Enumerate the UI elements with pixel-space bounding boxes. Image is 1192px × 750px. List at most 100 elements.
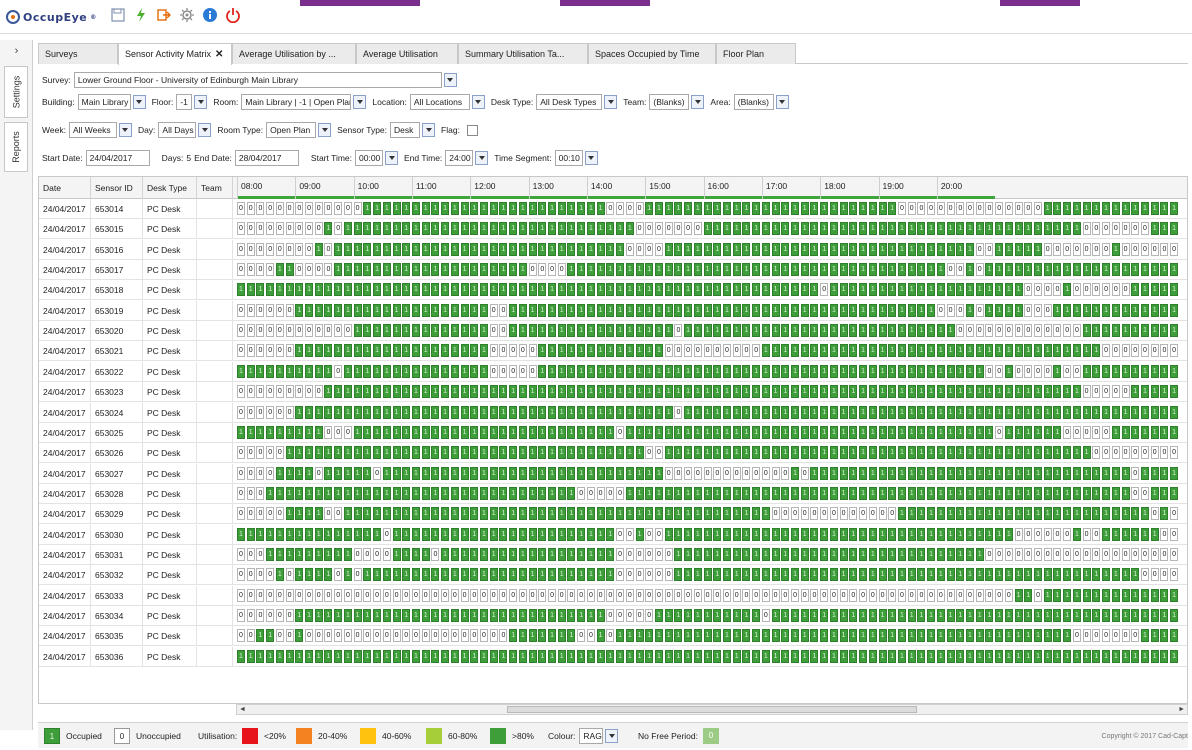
end-time-select[interactable]: 24:00 — [445, 150, 474, 166]
start-date-field[interactable]: 24/04/2017 — [85, 150, 150, 166]
area-label: Area: — [710, 97, 731, 107]
occupancy-slot: 1 — [625, 364, 634, 378]
table-row[interactable]: 24/04/2017 653016 PC Desk 0 0 0 0 0 0 0 0 1 0 1 1 1 1 1 1 1… — [39, 239, 1187, 260]
refresh-icon[interactable] — [133, 7, 149, 23]
chevron-down-icon[interactable] — [471, 95, 485, 109]
chevron-down-icon[interactable] — [605, 729, 619, 743]
table-row[interactable]: 24/04/2017 653023 PC Desk 0 0 0 0 0 0 0 0 0 1 1 1 1 1 1 1 1… — [39, 382, 1187, 403]
table-row[interactable]: 24/04/2017 653015 PC Desk 0 0 0 0 0 0 0 0 0 1 0 1 1 1 1 1 1… — [39, 219, 1187, 240]
occupancy-slot: 0 — [1131, 222, 1140, 236]
chevron-down-icon[interactable] — [118, 123, 132, 137]
table-row[interactable]: 24/04/2017 653017 PC Desk 0 0 0 0 1 1 0 0 0 0 1 1 1 1 1 1 1… — [39, 260, 1187, 281]
occupancy-slot: 0 — [373, 547, 382, 561]
power-icon[interactable] — [225, 7, 241, 23]
day-select[interactable]: All Days — [158, 122, 197, 138]
chevron-down-icon[interactable] — [775, 95, 789, 109]
table-row[interactable]: 24/04/2017 653020 PC Desk 0 0 0 0 0 0 0 0 0 0 0 0 1 1 1 1 1… — [39, 321, 1187, 342]
flag-checkbox[interactable] — [466, 124, 478, 136]
table-row[interactable]: 24/04/2017 653033 PC Desk 0 0 0 0 0 0 0 0 0 0 0 0 0 0 0 0 0… — [39, 585, 1187, 606]
tab-spaces-occupied-by-time[interactable]: Spaces Occupied by Time — [588, 43, 716, 64]
table-row[interactable]: 24/04/2017 653027 PC Desk 0 0 0 0 1 1 1 1 0 1 1 1 1 1 0 1 1… — [39, 463, 1187, 484]
table-row[interactable]: 24/04/2017 653030 PC Desk 1 1 1 1 1 1 1 1 1 1 1 1 1 1 1 0 1… — [39, 524, 1187, 545]
save-icon[interactable] — [110, 7, 126, 23]
chevron-down-icon[interactable] — [584, 151, 598, 165]
building-select[interactable]: Main Library — [77, 94, 131, 110]
table-row[interactable]: 24/04/2017 653035 PC Desk 0 0 1 1 0 0 1 0 0 0 0 0 0 0 0 0 0… — [39, 626, 1187, 647]
chevron-down-icon[interactable] — [422, 123, 436, 137]
survey-select[interactable]: Lower Ground Floor - University of Edinb… — [73, 72, 442, 88]
column-header-sensor-id[interactable]: Sensor ID — [91, 177, 143, 199]
export-icon[interactable] — [156, 7, 172, 23]
chevron-down-icon[interactable] — [132, 95, 146, 109]
table-row[interactable]: 24/04/2017 653018 PC Desk 1 1 1 1 1 1 1 1 1 1 1 1 1 1 1 1 1… — [39, 280, 1187, 301]
scroll-right-icon[interactable]: ► — [1178, 705, 1185, 714]
occupancy-slot: 1 — [363, 405, 372, 419]
occupancy-slot: 0 — [1131, 446, 1140, 460]
table-row[interactable]: 24/04/2017 653032 PC Desk 0 0 0 0 1 0 1 1 1 1 0 1 0 1 1 1 1… — [39, 565, 1187, 586]
table-row[interactable]: 24/04/2017 653024 PC Desk 0 0 0 0 0 0 1 1 1 1 1 1 1 1 1 1 1… — [39, 402, 1187, 423]
table-row[interactable]: 24/04/2017 653036 PC Desk 1 1 1 1 1 1 1 1 1 1 1 1 1 1 1 1 1… — [39, 646, 1187, 667]
location-select[interactable]: All Locations — [409, 94, 470, 110]
table-row[interactable]: 24/04/2017 653019 PC Desk 0 0 0 0 0 0 1 1 1 1 1 1 1 1 1 1 1… — [39, 300, 1187, 321]
chevron-down-icon[interactable] — [318, 123, 332, 137]
column-header-desk-type[interactable]: Desk Type — [143, 177, 197, 199]
occupancy-slot: 1 — [518, 202, 527, 215]
table-row[interactable]: 24/04/2017 653021 PC Desk 0 0 0 0 0 0 1 1 1 1 1 1 1 1 1 1 1… — [39, 341, 1187, 362]
table-row[interactable]: 24/04/2017 653022 PC Desk 1 1 1 1 1 1 1 1 1 1 0 1 1 1 1 1 1… — [39, 361, 1187, 382]
occupancy-slot: 1 — [732, 547, 741, 561]
occupancy-slot: 1 — [1140, 385, 1149, 399]
scroll-left-icon[interactable]: ◄ — [239, 705, 246, 714]
close-icon[interactable]: ✕ — [215, 49, 223, 60]
occupancy-slot: 1 — [334, 527, 343, 541]
chevron-down-icon[interactable] — [443, 73, 457, 87]
occupancy-slot: 1 — [441, 405, 450, 419]
settings-icon[interactable] — [179, 7, 195, 23]
occupancy-slot: 0 — [742, 588, 751, 602]
room-select[interactable]: Main Library | -1 | Open Plan — [241, 94, 352, 110]
occupancy-slot: 1 — [275, 527, 284, 541]
desk-type-select[interactable]: All Desk Types — [536, 94, 603, 110]
occupancy-slot: 1 — [820, 405, 829, 419]
tab-floor-plan[interactable]: Floor Plan — [716, 43, 796, 64]
column-header-team[interactable]: Team — [197, 177, 233, 199]
horizontal-scrollbar[interactable]: ◄ ► — [236, 704, 1188, 715]
time-segment-select[interactable]: 00:10 — [554, 150, 583, 166]
side-tab-reports[interactable]: Reports — [4, 122, 28, 172]
occupancy-slot: 1 — [985, 486, 994, 500]
end-date-field[interactable]: 28/04/2017 — [234, 150, 299, 166]
chevron-down-icon[interactable] — [475, 151, 489, 165]
start-time-select[interactable]: 00:00 — [355, 150, 384, 166]
table-row[interactable]: 24/04/2017 653026 PC Desk 0 0 0 0 0 1 1 1 1 1 1 1 1 1 1 1 1… — [39, 443, 1187, 464]
tab-surveys[interactable]: Surveys — [38, 43, 118, 64]
team-select[interactable]: (Blanks) — [649, 94, 690, 110]
chevron-down-icon[interactable] — [604, 95, 618, 109]
tab-summary-utilisation[interactable]: Summary Utilisation Ta... — [458, 43, 588, 64]
occupancy-slot: 1 — [1004, 609, 1013, 622]
sensor-type-select[interactable]: Desk — [390, 122, 421, 138]
chevron-down-icon[interactable] — [353, 95, 367, 109]
area-select[interactable]: (Blanks) — [733, 94, 774, 110]
table-row[interactable]: 24/04/2017 653029 PC Desk 0 0 0 0 0 1 1 1 1 0 0 1 1 1 1 1 1… — [39, 504, 1187, 525]
floor-select[interactable]: -1 — [176, 94, 193, 110]
tab-sensor-activity-matrix[interactable]: Sensor Activity Matrix ✕ — [118, 43, 232, 65]
table-row[interactable]: 24/04/2017 653031 PC Desk 0 0 0 1 1 1 1 1 1 1 1 1 0 0 0 0 1… — [39, 544, 1187, 565]
info-icon[interactable] — [202, 7, 218, 23]
chevron-down-icon[interactable] — [691, 95, 705, 109]
chevron-down-icon[interactable] — [385, 151, 399, 165]
expand-chevron-icon[interactable]: › — [0, 40, 33, 62]
side-tab-settings[interactable]: Settings — [4, 66, 28, 118]
table-row[interactable]: 24/04/2017 653028 PC Desk 0 0 0 1 1 1 1 1 1 1 1 1 1 1 1 1 1… — [39, 483, 1187, 504]
column-header-date[interactable]: Date — [39, 177, 91, 199]
table-row[interactable]: 24/04/2017 653014 PC Desk 0 0 0 0 0 0 0 0 0 0 0 0 0 1 1 1 1… — [39, 199, 1187, 219]
chevron-down-icon[interactable] — [198, 123, 212, 137]
week-select[interactable]: All Weeks — [68, 122, 117, 138]
tab-average-utilisation[interactable]: Average Utilisation — [356, 43, 458, 64]
room-type-select[interactable]: Open Plan — [266, 122, 317, 138]
tab-average-utilisation-by[interactable]: Average Utilisation by ... — [232, 43, 356, 64]
table-row[interactable]: 24/04/2017 653025 PC Desk 1 1 1 1 1 1 1 1 1 0 0 0 1 1 1 1 1… — [39, 422, 1187, 443]
colour-select[interactable]: RAG — [579, 728, 604, 744]
table-row[interactable]: 24/04/2017 653034 PC Desk 0 0 0 0 0 0 1 1 1 1 1 1 1 1 1 1 1… — [39, 606, 1187, 626]
chevron-down-icon[interactable] — [194, 95, 208, 109]
scroll-thumb[interactable] — [507, 706, 917, 713]
band-swatch — [242, 728, 258, 744]
